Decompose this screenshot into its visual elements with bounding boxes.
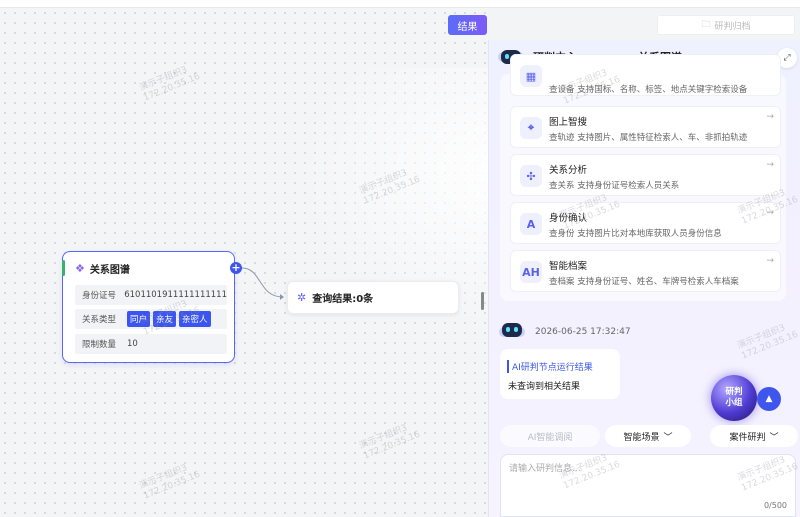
capability-card-identity[interactable]: A 身份确认 查身份 支持图片比对本地库获取人员身份信息 → bbox=[510, 202, 781, 244]
node-row-label: 关系类型 bbox=[82, 315, 117, 325]
message-text: 未查询到相关结果 bbox=[508, 382, 581, 392]
card-title: 智能档案 bbox=[549, 261, 588, 272]
card-title: 关系分析 bbox=[549, 165, 588, 176]
image-search-icon: ⌖ bbox=[520, 117, 542, 139]
archive-icon: AH bbox=[520, 261, 542, 283]
robot-avatar bbox=[502, 323, 522, 337]
capability-card-archive[interactable]: AH 智能档案 查档案 支持身份证号、姓名、车牌号检索人车档案 → bbox=[510, 250, 781, 292]
top-bar bbox=[0, 0, 800, 8]
node-row-label: 身份证号 bbox=[82, 291, 117, 301]
node-row-label: 限制数量 bbox=[82, 340, 117, 350]
message-bubble: AI研判节点运行结果 未查询到相关结果 bbox=[500, 349, 620, 399]
add-node-button[interactable]: + bbox=[230, 262, 242, 274]
capability-card-device[interactable]: ▦ 查设备 支持国标、名称、标签、地点关键字检索设备 bbox=[510, 54, 781, 96]
relation-tag: 同户 bbox=[127, 311, 151, 327]
orb-label-2: 小组 bbox=[725, 398, 743, 408]
card-desc: 查档案 支持身份证号、姓名、车牌号检索人车档案 bbox=[549, 277, 739, 287]
card-desc: 查关系 支持身份证号检索人员关系 bbox=[549, 181, 680, 191]
card-desc: 查身份 支持图片比对本地库获取人员身份信息 bbox=[549, 229, 722, 239]
relation-graph-node[interactable]: ❖ 关系图谱 身份证号 6101101911111111111 关系类型 同户 … bbox=[61, 251, 235, 363]
case-analysis-dropdown[interactable]: 案件研判 ﹀ bbox=[710, 425, 798, 447]
folder-icon: 🗀 bbox=[701, 20, 711, 30]
char-counter: 0/500 bbox=[763, 501, 787, 510]
relation-icon: ✣ bbox=[520, 165, 542, 187]
identity-icon: A bbox=[520, 213, 542, 235]
device-icon: ▦ bbox=[520, 65, 542, 87]
chip-label: AI智能调阅 bbox=[527, 432, 573, 443]
message-title: AI研判节点运行结果 bbox=[507, 360, 593, 373]
chip-label: 案件研判 bbox=[729, 432, 766, 443]
node-title: 关系图谱 bbox=[89, 265, 130, 276]
chip-label: 智能场景 bbox=[623, 432, 660, 443]
message-time: 2026-06-25 17:32:47 bbox=[535, 327, 631, 337]
graph-icon: ❖ bbox=[75, 262, 85, 275]
analysis-input[interactable] bbox=[509, 461, 779, 491]
analysis-group-button[interactable]: 研判 小组 bbox=[711, 375, 757, 421]
id-number-value: 6101101911111111111 bbox=[124, 290, 227, 300]
query-result-label: 查询结果:0条 bbox=[312, 294, 374, 305]
card-title: 图上智搜 bbox=[549, 117, 588, 128]
smart-scene-dropdown[interactable]: 智能场景 ﹀ bbox=[605, 425, 691, 447]
orb-label-1: 研判 bbox=[725, 387, 743, 397]
capability-list: ▦ 查设备 支持国标、名称、标签、地点关键字检索设备 ⌖ 图上智搜 查轨迹 支持… bbox=[500, 54, 786, 301]
query-result-icon: ✲ bbox=[297, 291, 307, 304]
card-desc: 查轨迹 支持图片、属性特征检索人、车、非抓拍轨迹 bbox=[549, 133, 748, 143]
relation-tag: 亲密人 bbox=[179, 311, 211, 327]
node-row-id: 身份证号 6101101911111111111 bbox=[75, 285, 227, 305]
arrow-right-icon: → bbox=[766, 256, 774, 266]
archive-button-label: 研判归档 bbox=[714, 21, 751, 32]
card-title: 身份确认 bbox=[549, 213, 588, 224]
node-header: ❖ 关系图谱 bbox=[63, 252, 234, 276]
capability-card-relation[interactable]: ✣ 关系分析 查关系 支持身份证号检索人员关系 → bbox=[510, 154, 781, 196]
relation-tag: 亲友 bbox=[153, 311, 177, 327]
limit-value: 10 bbox=[127, 339, 138, 349]
arrow-right-icon: → bbox=[766, 160, 774, 170]
capability-card-image-search[interactable]: ⌖ 图上智搜 查轨迹 支持图片、属性特征检索人、车、非抓拍轨迹 → bbox=[510, 106, 781, 148]
card-desc: 查设备 支持国标、名称、标签、地点关键字检索设备 bbox=[549, 85, 748, 95]
node-row-limit: 限制数量 10 bbox=[75, 334, 227, 354]
analysis-input-box: 0/500 bbox=[500, 454, 796, 517]
query-result-node[interactable]: ✲ 查询结果:0条 bbox=[287, 281, 459, 314]
result-button[interactable]: 结果 bbox=[448, 15, 487, 35]
archive-button[interactable]: 🗀 研判归档 bbox=[657, 15, 795, 35]
panel-resize-handle[interactable] bbox=[481, 292, 484, 310]
ai-review-chip[interactable]: AI智能调阅 bbox=[500, 425, 600, 447]
arrow-right-icon: → bbox=[766, 112, 774, 122]
chevron-down-icon: ﹀ bbox=[663, 432, 673, 443]
scroll-up-button[interactable]: ▲ bbox=[757, 387, 781, 411]
arrow-right-icon: → bbox=[766, 208, 774, 218]
chevron-down-icon: ﹀ bbox=[769, 432, 779, 443]
node-row-relation-type: 关系类型 同户 亲友 亲密人 bbox=[75, 309, 227, 329]
right-panel: 研判中心 关系图谱 ⤢ ▦ 查设备 支持国标、名称、标签、地点关键字检索设备 ⌖… bbox=[488, 40, 800, 517]
